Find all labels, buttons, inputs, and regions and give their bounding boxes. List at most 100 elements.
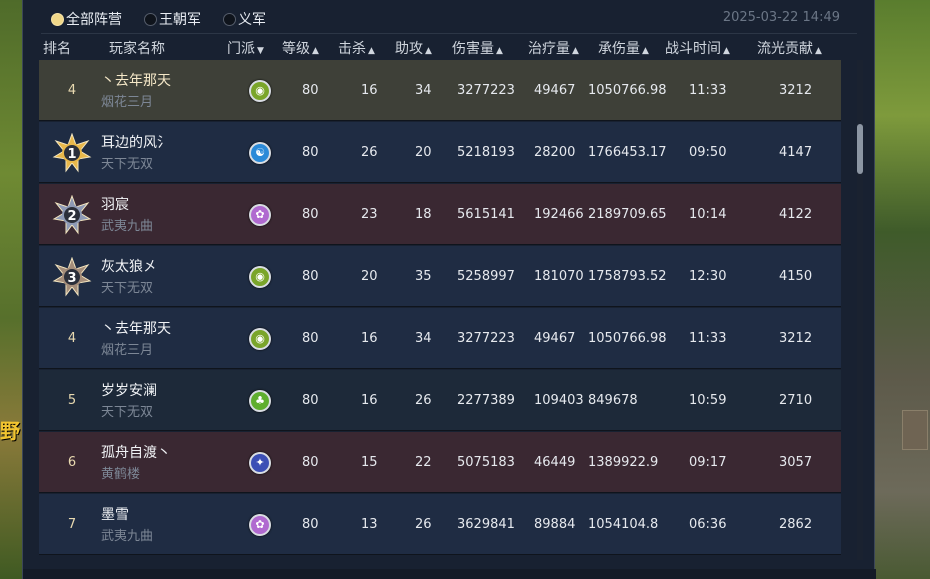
healing-value: 192466: [534, 207, 584, 222]
server-name: 烟花三月: [101, 343, 154, 358]
header-label: 门派: [227, 41, 255, 57]
sort-up-icon: ▲: [312, 46, 319, 56]
server-name: 武夷九曲: [101, 219, 154, 234]
school-cell: ✦: [249, 432, 271, 493]
school-cell: ◉: [249, 308, 271, 369]
contribution-value: 4150: [779, 269, 813, 284]
kills-value: 16: [361, 331, 378, 346]
rank-number: 5: [67, 393, 77, 408]
contribution-value: 4147: [779, 145, 813, 160]
player-row[interactable]: 2 羽宸 武夷九曲 ✿ 80 23 18 5615141 192466 2189709.65 10:…: [39, 184, 841, 245]
player-row[interactable]: 5 岁岁安澜 天下无双 ♣ 80 16 26 2277389 109403 849678 10:59…: [39, 370, 841, 431]
header-label: 击杀: [338, 41, 366, 57]
damage-value: 5075183: [457, 455, 515, 470]
header-label: 伤害量: [452, 41, 494, 57]
assists-value: 26: [415, 393, 432, 408]
damage-value: 3277223: [457, 83, 515, 98]
level-value: 80: [302, 455, 319, 470]
assists-value: 26: [415, 517, 432, 532]
player-name: 羽宸: [101, 197, 129, 213]
healing-value: 89884: [534, 517, 576, 532]
header-label: 助攻: [395, 41, 423, 57]
tab-label: 义军: [238, 12, 266, 28]
assists-value: 20: [415, 145, 432, 160]
battle-time-value: 10:14: [689, 207, 727, 222]
server-name: 黄鹤楼: [101, 467, 141, 482]
battle-time-value: 12:30: [689, 269, 727, 284]
player-row[interactable]: 6 孤舟自渡丶 黄鹤楼 ✦ 80 15 22 5075183 46449 1389922.9 09:…: [39, 432, 841, 493]
healing-value: 49467: [534, 83, 576, 98]
header-rank: 排名: [43, 41, 71, 57]
rank-number: 4: [67, 83, 77, 98]
server-name: 天下无双: [101, 405, 154, 420]
sort-up-icon: ▲: [368, 46, 375, 56]
kills-value: 15: [361, 455, 378, 470]
assists-value: 18: [415, 207, 432, 222]
battle-time-value: 10:59: [689, 393, 727, 408]
player-name: 岁岁安澜: [101, 383, 157, 399]
game-world-right: [874, 0, 930, 579]
healing-value: 181070: [534, 269, 584, 284]
gold-medal-icon: 1: [52, 132, 92, 172]
header-school-sort[interactable]: 门派 ▼: [227, 38, 264, 58]
sect-icon-wuyi: ✿: [249, 513, 271, 536]
sect-icon-yanhua: ◉: [249, 265, 271, 288]
kills-value: 23: [361, 207, 378, 222]
damage-taken-value: 1766453.17: [588, 145, 667, 160]
battle-time-value: 06:36: [689, 517, 727, 532]
damage-value: 5258997: [457, 269, 515, 284]
wooden-post: [902, 410, 928, 450]
player-name: 灰太狼㐅: [101, 259, 157, 275]
tab-rebel-army[interactable]: 义军: [223, 9, 266, 29]
header-player: 玩家名称: [109, 41, 165, 57]
header-kills-sort[interactable]: 击杀 ▲: [338, 38, 375, 58]
header-level-sort[interactable]: 等级 ▲: [282, 38, 319, 58]
contribution-value: 2710: [779, 393, 813, 408]
player-name: 墨雪: [101, 507, 129, 523]
sect-icon-wuyi: ✿: [249, 203, 271, 226]
sort-up-icon: ▲: [723, 46, 730, 56]
school-cell: ◉: [249, 246, 271, 307]
table-header: 排名 玩家名称 门派 ▼ 等级 ▲ 击杀 ▲ 助攻 ▲ 伤害量 ▲ 治疗量 ▲ 承伤量 ▲ 战…: [37, 36, 843, 60]
battle-time-value: 09:50: [689, 145, 727, 160]
rank-number: 7: [67, 517, 77, 532]
header-label: 等级: [282, 41, 310, 57]
header-assists-sort[interactable]: 助攻 ▲: [395, 38, 432, 58]
header-battle-time-sort[interactable]: 战斗时间 ▲: [665, 38, 730, 58]
sort-down-icon: ▼: [257, 46, 264, 56]
header-healing-sort[interactable]: 治疗量 ▲: [528, 38, 579, 58]
header-damage-taken-sort[interactable]: 承伤量 ▲: [598, 38, 649, 58]
scrollbar-thumb[interactable]: [857, 124, 863, 174]
header-contribution-sort[interactable]: 流光贡献 ▲: [757, 38, 822, 58]
medal-rank-number: 1: [67, 147, 76, 162]
rank-cell: 1: [47, 122, 97, 183]
player-row[interactable]: 4 丶去年那天 烟花三月 ◉ 80 16 34 3277223 49467 1050766.98 1…: [39, 308, 841, 369]
damage-value: 5218193: [457, 145, 515, 160]
header-label: 流光贡献: [757, 41, 813, 57]
player-row[interactable]: 7 墨雪 武夷九曲 ✿ 80 13 26 3629841 89884 1054104.8 06:36…: [39, 494, 841, 555]
silver-medal-icon: 2: [52, 194, 92, 234]
school-cell: ☯: [249, 122, 271, 183]
radio-selected-icon[interactable]: [51, 12, 64, 26]
header-damage-sort[interactable]: 伤害量 ▲: [452, 38, 503, 58]
player-row[interactable]: 1 耳边的风氵 天下无双 ☯ 80 26 20 5218193 28200 1766453.17 0…: [39, 122, 841, 183]
kills-value: 20: [361, 269, 378, 284]
tab-all-camps[interactable]: 全部阵营: [51, 9, 122, 29]
sect-icon-yanhua: ◉: [249, 79, 271, 102]
player-row[interactable]: 3 灰太狼㐅 天下无双 ◉ 80 20 35 5258997 181070 1758793.52 1…: [39, 246, 841, 307]
damage-taken-value: 2189709.65: [588, 207, 667, 222]
damage-value: 3277223: [457, 331, 515, 346]
header-label: 战斗时间: [665, 41, 721, 57]
tab-dynasty-army[interactable]: 王朝军: [144, 9, 201, 29]
contribution-value: 2862: [779, 517, 813, 532]
level-value: 80: [302, 393, 319, 408]
medal-rank-number: 3: [67, 271, 76, 286]
rank-cell: 2: [47, 184, 97, 245]
tab-label: 王朝军: [159, 12, 201, 28]
radio-icon[interactable]: [144, 12, 157, 26]
radio-icon[interactable]: [223, 12, 236, 26]
kills-value: 16: [361, 393, 378, 408]
player-row[interactable]: 4 丶去年那天 烟花三月 ◉ 80 16 34 3277223 49467 1050766.98 1…: [39, 60, 841, 121]
player-name: 孤舟自渡丶: [101, 445, 171, 461]
damage-taken-value: 1054104.8: [588, 517, 659, 532]
